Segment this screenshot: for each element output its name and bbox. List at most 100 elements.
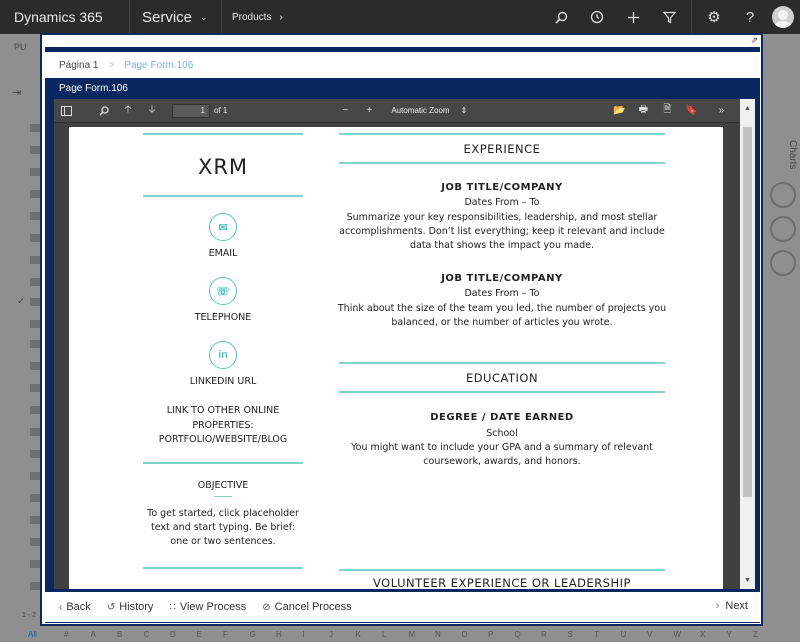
objective-title: OBJECTIVE xyxy=(197,480,249,491)
expand-icon[interactable]: ⇗ xyxy=(750,35,758,46)
alpha-all[interactable]: All xyxy=(28,630,64,639)
print-icon[interactable]: 🖶 xyxy=(631,99,655,123)
bookmark-icon[interactable]: 🔖 xyxy=(679,99,703,123)
alpha-y[interactable]: Y xyxy=(727,630,754,639)
line-chart-icon[interactable] xyxy=(770,250,796,276)
breadcrumb-separator: > xyxy=(108,59,115,71)
alpha-l[interactable]: L xyxy=(382,630,409,639)
zoom-select-arrow-icon: ⇕ xyxy=(460,106,468,115)
name-rule xyxy=(143,195,303,197)
objective-bottom-rule xyxy=(143,567,303,569)
nav-breadcrumb[interactable]: Products › xyxy=(222,0,293,34)
alpha-k[interactable]: K xyxy=(356,630,383,639)
history-label: History xyxy=(119,601,154,613)
alpha-m[interactable]: M xyxy=(409,630,436,639)
linkedin-label: LINKEDIN URL xyxy=(189,376,257,387)
app-brand[interactable]: Dynamics 365 xyxy=(0,0,130,34)
alpha-h[interactable]: H xyxy=(276,630,303,639)
alpha-i[interactable]: I xyxy=(303,630,330,639)
alpha-u[interactable]: U xyxy=(621,630,648,639)
alpha-b[interactable]: B xyxy=(117,630,144,639)
view-process-label: View Process xyxy=(179,601,247,613)
gear-icon[interactable]: ⚙ xyxy=(696,0,732,34)
charts-label[interactable]: Charts xyxy=(787,140,798,169)
job-2-line-2: balanced, or the number of articles you … xyxy=(391,317,613,328)
alpha-x[interactable]: X xyxy=(700,630,727,639)
sidebar-toggle-icon[interactable] xyxy=(54,99,78,123)
process-icon: ∷ xyxy=(169,601,176,613)
scroll-up-icon[interactable]: ▲ xyxy=(744,105,751,112)
alpha-w[interactable]: W xyxy=(674,630,701,639)
zoom-select[interactable]: Automatic Zoom ⇕ xyxy=(387,106,471,115)
cancel-icon: ⊘ xyxy=(262,601,271,613)
alpha-hash[interactable]: # xyxy=(64,630,91,639)
alpha-z[interactable]: Z xyxy=(753,630,780,639)
zoom-in-button[interactable]: + xyxy=(357,99,381,123)
alpha-t[interactable]: T xyxy=(594,630,621,639)
cancel-process-button[interactable]: ⊘ Cancel Process xyxy=(262,601,351,613)
pie-chart-icon[interactable] xyxy=(770,216,796,242)
avatar[interactable] xyxy=(772,6,794,28)
pdf-scrollbar[interactable]: ▲ ▼ xyxy=(740,99,755,589)
filter-icon[interactable] xyxy=(651,0,687,34)
tools-menu-icon[interactable]: » xyxy=(709,99,733,123)
experience-top-rule xyxy=(339,133,665,135)
resume-page: XRM ✉ EMAIL ☏ TELEPHONE in LINKEDIN URL … xyxy=(69,127,723,589)
alpha-o[interactable]: O xyxy=(462,630,489,639)
chevron-right-icon: › xyxy=(279,11,283,23)
view-process-button[interactable]: ∷ View Process xyxy=(169,601,246,613)
links-rule xyxy=(143,462,303,464)
download-icon[interactable]: 🗎 xyxy=(655,99,679,123)
search-icon[interactable] xyxy=(543,0,579,34)
alpha-d[interactable]: D xyxy=(170,630,197,639)
job-2-title: JOB TITLE/COMPANY xyxy=(441,273,563,284)
area-selector[interactable]: Service ⌄ xyxy=(130,0,222,34)
background-grid-rows xyxy=(0,34,40,634)
education-title: EDUCATION xyxy=(465,371,539,385)
education-line-1: You might want to include your GPA and a… xyxy=(351,442,653,453)
bar-chart-icon[interactable] xyxy=(770,182,796,208)
back-label: Back xyxy=(66,601,91,613)
alpha-e[interactable]: E xyxy=(197,630,224,639)
objective-line-2: text and start typing. Be brief: xyxy=(151,522,295,533)
resume-name: XRM xyxy=(197,155,249,179)
alpha-q[interactable]: Q xyxy=(515,630,542,639)
record-count: 1 - 2 xyxy=(22,612,37,619)
find-icon[interactable] xyxy=(92,99,116,123)
alpha-f[interactable]: F xyxy=(223,630,250,639)
open-file-icon[interactable]: 📂 xyxy=(607,99,631,123)
job-1-title: JOB TITLE/COMPANY xyxy=(441,182,563,193)
linkedin-icon: in xyxy=(209,341,237,369)
zoom-out-button[interactable]: − xyxy=(333,99,357,123)
plus-icon[interactable] xyxy=(615,0,651,34)
scroll-down-icon[interactable]: ▼ xyxy=(744,577,751,584)
breadcrumb-products: Products xyxy=(232,11,272,23)
alpha-g[interactable]: G xyxy=(250,630,277,639)
page-number-input[interactable]: 1 xyxy=(172,103,210,118)
alpha-j[interactable]: J xyxy=(329,630,356,639)
history-icon: ↺ xyxy=(106,601,116,613)
alphabet-filter: All # A B C D E F G H I J K L M N O P Q … xyxy=(0,626,800,642)
nav-divider xyxy=(691,0,692,34)
scrollbar-thumb[interactable] xyxy=(743,127,752,497)
dialog-footer: ‹ Back ↺ History ∷ View Process ⊘ Cancel… xyxy=(45,592,760,622)
next-page-icon[interactable]: 🡣 xyxy=(140,99,164,123)
alpha-r[interactable]: R xyxy=(541,630,568,639)
cancel-process-label: Cancel Process xyxy=(274,601,352,613)
job-1-dates: Dates From – To xyxy=(464,197,540,208)
alpha-c[interactable]: C xyxy=(144,630,171,639)
alpha-n[interactable]: N xyxy=(435,630,462,639)
alpha-v[interactable]: V xyxy=(647,630,674,639)
alpha-a[interactable]: A xyxy=(91,630,118,639)
back-button[interactable]: ‹ Back xyxy=(59,601,91,613)
history-button[interactable]: ↺ History xyxy=(107,601,154,613)
alpha-s[interactable]: S xyxy=(568,630,595,639)
history-icon[interactable] xyxy=(579,0,615,34)
breadcrumb-page-1[interactable]: Página 1 xyxy=(59,60,98,71)
education-bottom-rule xyxy=(339,391,665,393)
area-label: Service xyxy=(142,8,193,26)
alpha-p[interactable]: P xyxy=(488,630,515,639)
previous-page-icon[interactable]: 🡡 xyxy=(116,99,140,123)
help-icon[interactable]: ? xyxy=(732,0,768,34)
next-button[interactable]: › Next xyxy=(716,600,748,612)
